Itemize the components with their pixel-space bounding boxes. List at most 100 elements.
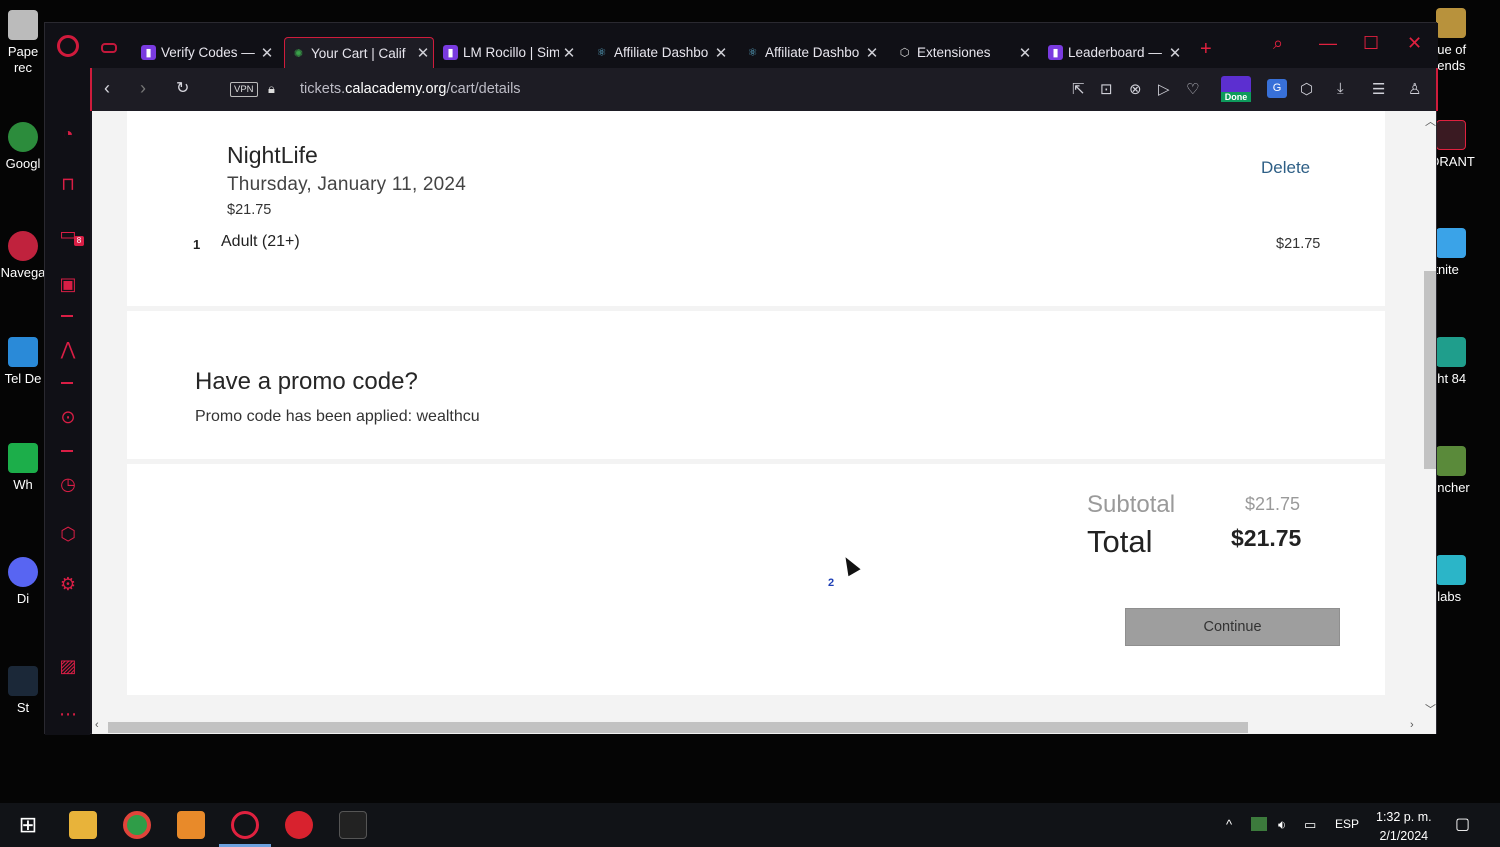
desktop-icon-browser[interactable]: Navega <box>0 231 46 281</box>
scroll-down-icon[interactable]: ﹀ <box>1425 701 1436 717</box>
maximize-icon[interactable]: ☐ <box>1363 33 1379 54</box>
volume-icon[interactable]: 🔉︎ <box>1278 817 1286 833</box>
notifications-icon[interactable]: ▢ <box>1455 814 1470 834</box>
sidebar-divider <box>61 315 73 317</box>
profile-icon[interactable]: ♙ <box>1408 80 1421 98</box>
url-domain: calacademy.org <box>345 81 447 97</box>
network-icon[interactable]: ▭ <box>1304 817 1316 833</box>
download-icon[interactable]: ⤓ <box>1337 80 1344 97</box>
heart-icon[interactable]: ♡ <box>1186 80 1199 98</box>
chrome-icon[interactable] <box>123 811 151 839</box>
sidebar-divider <box>61 382 73 384</box>
url-field[interactable]: tickets.calacademy.org/cart/details <box>300 81 521 97</box>
close-tab-icon[interactable]: ✕ <box>711 44 731 62</box>
tab-extensions[interactable]: ⬡ Extensiones ✕ <box>891 37 1035 68</box>
vertical-scrollbar[interactable]: ︿ ﹀ <box>1422 111 1436 719</box>
url-path: /cart/details <box>446 81 521 97</box>
tab-your-cart[interactable]: ✺ Your Cart | Calif ✕ <box>284 37 434 68</box>
valorant-icon <box>1436 120 1466 150</box>
send-icon[interactable]: ▷ <box>1158 80 1170 98</box>
document-icon <box>8 10 38 40</box>
scroll-up-icon[interactable]: ︿ <box>1425 113 1436 129</box>
tab-lm-rocillo[interactable]: ▮ LM Rocillo | Sim ✕ <box>437 37 579 68</box>
tray-expand-icon[interactable]: ^ <box>1226 817 1232 832</box>
desktop-icon-steam[interactable]: St <box>0 666 46 716</box>
desktop-icon-label: Pape rec <box>7 44 39 75</box>
tab-label: LM Rocillo | Sim <box>463 45 559 60</box>
extension-done-icon[interactable]: Done <box>1221 76 1251 102</box>
back-icon[interactable]: ‹ <box>104 78 110 99</box>
windows-start-icon[interactable]: ⊞ <box>14 811 42 839</box>
cpu-limiter-icon[interactable]: ▣ <box>57 273 79 295</box>
tab-label: Extensiones <box>917 45 991 60</box>
desktop-icon-fight[interactable]: ght 84 <box>1430 337 1500 387</box>
speed-dial-icon[interactable]: ◔ <box>57 123 79 145</box>
desktop-icon-discord[interactable]: Di <box>0 557 46 607</box>
shopping-bag-icon[interactable]: ⊓ <box>57 173 79 195</box>
translate-icon[interactable]: G <box>1267 79 1287 98</box>
settings-icon[interactable]: ⚙ <box>57 573 79 595</box>
new-tab-icon[interactable]: + <box>1200 38 1212 61</box>
desktop-icon-minecraft[interactable]: uncher <box>1430 446 1500 496</box>
steam-icon <box>8 666 38 696</box>
browser-window: ▮ Verify Codes — ✕ ✺ Your Cart | Calif ✕… <box>44 22 1438 735</box>
share-icon[interactable]: ⇱ <box>1072 80 1085 98</box>
tab-affiliate-dashboard-2[interactable]: ⚛ Affiliate Dashbo ✕ <box>739 37 882 68</box>
close-tab-icon[interactable]: ✕ <box>862 44 882 62</box>
close-tab-icon[interactable]: ✕ <box>559 44 579 62</box>
player-icon[interactable]: ⊙ <box>57 406 79 428</box>
tab-affiliate-dashboard-1[interactable]: ⚛ Affiliate Dashbo ✕ <box>588 37 731 68</box>
search-tabs-icon[interactable]: ⌕ <box>1273 33 1283 54</box>
vpn-badge[interactable]: VPN <box>230 82 258 97</box>
opera-taskbar-icon[interactable] <box>231 811 259 839</box>
opera-menu-icon[interactable] <box>57 35 79 57</box>
camera-icon[interactable]: ⊡ <box>1100 80 1113 98</box>
notification-badge: 8 <box>74 236 84 246</box>
close-tab-icon[interactable]: ✕ <box>1015 44 1035 62</box>
close-window-icon[interactable]: ✕ <box>1407 33 1422 54</box>
horizontal-scroll-thumb[interactable] <box>108 722 1248 733</box>
file-explorer-icon[interactable] <box>69 811 97 839</box>
tray-app-icon[interactable] <box>1251 817 1267 831</box>
language-indicator[interactable]: ESP <box>1335 817 1359 831</box>
game-launcher-icon[interactable] <box>285 811 313 839</box>
sidebar: ◔ ⊓ ▭ 8 ▣ ⋀ ⊙ ◷ ⬡ ⚙ ▨ ⋯ <box>45 68 90 735</box>
history-icon[interactable]: ◷ <box>57 473 79 495</box>
clock[interactable]: 1:32 p. m. 2/1/2024 <box>1376 808 1432 846</box>
close-tab-icon[interactable]: ✕ <box>257 44 277 62</box>
desktop-icon-valorant[interactable]: DRANT <box>1430 120 1500 170</box>
forward-icon[interactable]: › <box>140 78 146 99</box>
more-icon[interactable]: ⋯ <box>57 703 79 725</box>
adblock-icon[interactable]: ⊗ <box>1129 80 1142 98</box>
continue-button[interactable]: Continue <box>1125 608 1340 646</box>
gamepad-icon[interactable] <box>101 43 117 53</box>
tab-leaderboard[interactable]: ▮ Leaderboard — ✕ <box>1042 37 1185 68</box>
close-tab-icon[interactable]: ✕ <box>1165 44 1185 62</box>
minimize-icon[interactable]: — <box>1319 33 1337 54</box>
aria-icon[interactable]: ⋀ <box>57 338 79 360</box>
vertical-scroll-thumb[interactable] <box>1424 271 1436 469</box>
reload-icon[interactable]: ↻ <box>176 78 189 98</box>
delete-button[interactable]: Delete <box>1261 158 1310 178</box>
extensions-icon[interactable]: ⬡ <box>1300 80 1313 98</box>
horizontal-scrollbar[interactable]: ‹ › <box>92 719 1436 734</box>
easy-setup-icon[interactable]: ☰ <box>1372 80 1385 98</box>
desktop-icon-telegram[interactable]: Tel De <box>0 337 46 387</box>
scroll-left-icon[interactable]: ‹ <box>95 719 99 731</box>
desktop-icon-nlabs[interactable]: nlabs <box>1430 555 1500 605</box>
scroll-right-icon[interactable]: › <box>1410 719 1414 731</box>
epic-games-icon[interactable] <box>339 811 367 839</box>
desktop-icon-paper[interactable]: Pape rec <box>0 10 46 76</box>
tab-verify-codes[interactable]: ▮ Verify Codes — ✕ <box>135 37 277 68</box>
desktop-icon-league[interactable]: gue of gends <box>1430 8 1500 74</box>
sublime-icon[interactable] <box>177 811 205 839</box>
cube-sidebar-icon[interactable]: ⬡ <box>57 523 79 545</box>
wallpaper-icon[interactable]: ▨ <box>57 655 79 677</box>
desktop-icon-fortnite[interactable]: rtnite <box>1430 228 1500 278</box>
clock-date: 2/1/2024 <box>1379 829 1429 843</box>
close-tab-icon[interactable]: ✕ <box>413 44 433 62</box>
desktop-icon-google[interactable]: Googl <box>0 122 46 172</box>
fortnite-icon <box>1436 228 1466 258</box>
lock-icon[interactable]: 🔒︎ <box>268 81 275 97</box>
desktop-icon-whatsapp[interactable]: Wh <box>0 443 46 493</box>
